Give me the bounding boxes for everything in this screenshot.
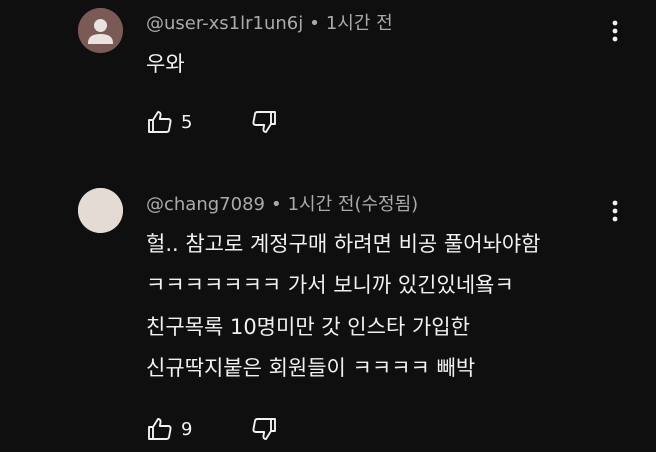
comment-time[interactable]: 1시간 전(수정됨) [288, 194, 419, 215]
comment-author[interactable]: @chang7089 [146, 194, 265, 215]
comment-line: 우와 [146, 52, 185, 76]
meta-separator: • [309, 13, 320, 34]
comment-meta: @chang7089 • 1시간 전(수정됨) [146, 190, 418, 216]
avatar-image [78, 188, 123, 233]
comment-time[interactable]: 1시간 전 [326, 13, 393, 34]
comment-author[interactable]: @user-xs1lr1un6j [146, 13, 303, 34]
comment-meta: @user-xs1lr1un6j • 1시간 전 [146, 9, 393, 35]
more-vert-icon [612, 20, 618, 42]
thumbs-up-icon [148, 111, 172, 133]
more-vert-icon [612, 200, 618, 222]
thumbs-down-icon [252, 111, 276, 133]
dislike-button[interactable] [251, 417, 277, 441]
meta-separator: • [270, 194, 282, 215]
like-button[interactable]: 9 [147, 417, 192, 441]
like-button[interactable]: 5 [147, 110, 192, 134]
thumbs-up-icon [148, 418, 172, 440]
comment-line: 신규딱지붙은 회원들이 ㅋㅋㅋㅋ 빼박 [146, 356, 476, 380]
comment-line: ㅋㅋㅋㅋㅋㅋㅋ 가서 보니까 있긴있네욬ㅋ [146, 273, 514, 297]
dislike-button[interactable] [251, 110, 277, 134]
comment-menu-button[interactable] [600, 14, 630, 48]
comment-line: 헐.. 참고로 계정구매 하려면 비공 풀어놔야함 [146, 232, 541, 256]
thumbs-down-icon [252, 418, 276, 440]
avatar[interactable] [78, 8, 123, 53]
avatar[interactable] [78, 188, 123, 233]
comment-menu-button[interactable] [600, 194, 630, 228]
comment-line: 친구목록 10명미만 갓 인스타 가입한 [146, 315, 470, 339]
like-count: 9 [181, 418, 193, 440]
like-count: 5 [181, 111, 193, 133]
user-silhouette-icon [78, 8, 123, 53]
